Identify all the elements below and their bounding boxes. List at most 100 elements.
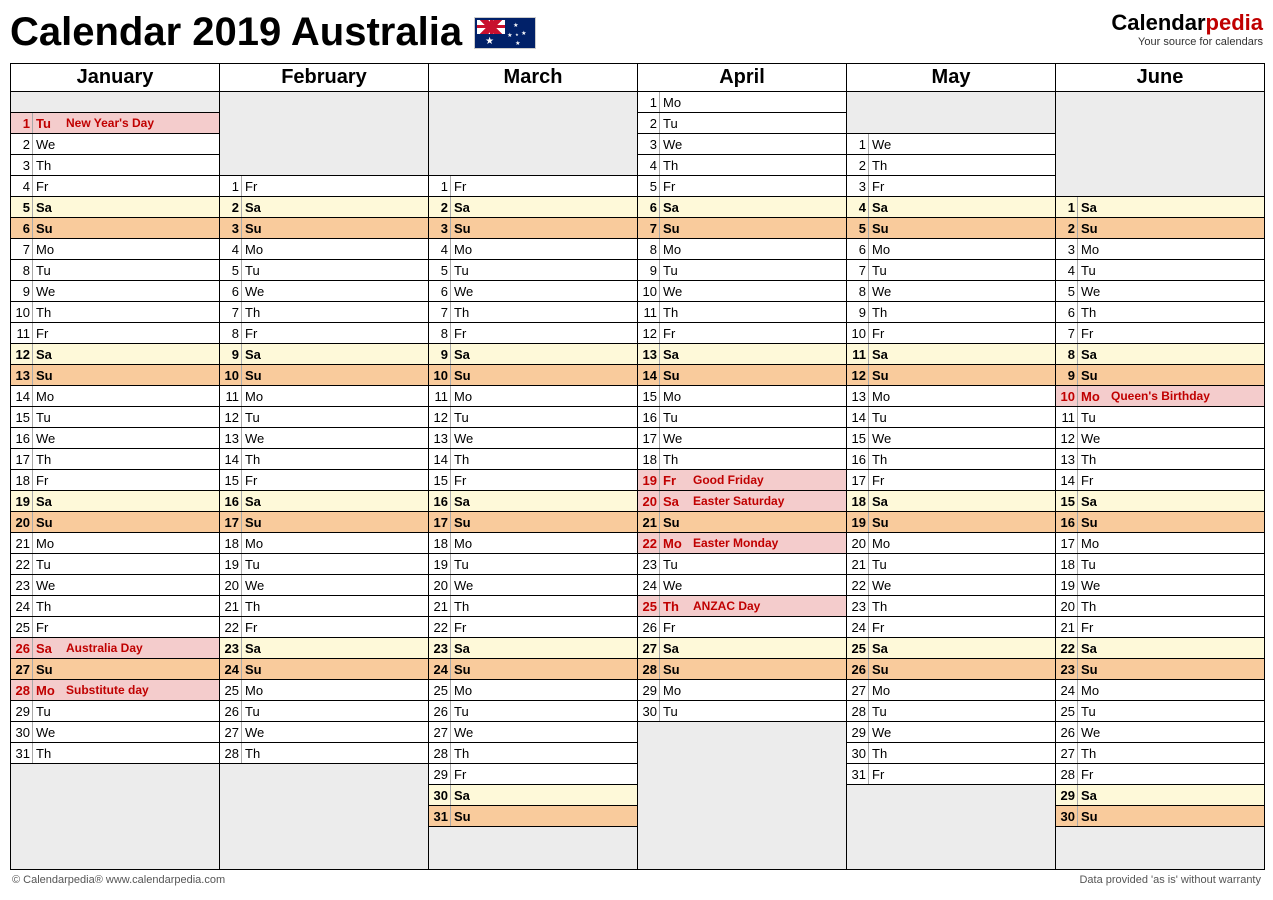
day-cell: 29Tu bbox=[11, 701, 219, 722]
day-cell: 27Th bbox=[1056, 743, 1264, 764]
day-cell bbox=[1056, 134, 1264, 155]
day-of-week: Sa bbox=[33, 494, 62, 509]
day-number: 23 bbox=[11, 575, 33, 595]
day-of-week: Sa bbox=[869, 347, 898, 362]
day-of-week: Mo bbox=[451, 683, 480, 698]
day-number: 9 bbox=[638, 260, 660, 280]
day-number: 20 bbox=[429, 575, 451, 595]
day-of-week: Th bbox=[33, 158, 62, 173]
day-of-week: Sa bbox=[242, 641, 271, 656]
day-cell: 12We bbox=[1056, 428, 1264, 449]
day-of-week: Su bbox=[33, 662, 62, 677]
day-cell: 7Fr bbox=[1056, 323, 1264, 344]
day-of-week: Su bbox=[869, 662, 898, 677]
day-of-week: Su bbox=[660, 368, 689, 383]
day-cell: 24Su bbox=[429, 659, 637, 680]
day-cell: 20Th bbox=[1056, 596, 1264, 617]
day-of-week: Th bbox=[242, 746, 271, 761]
day-cell: 7Su bbox=[638, 218, 846, 239]
day-number: 16 bbox=[638, 407, 660, 427]
day-of-week: Sa bbox=[1078, 494, 1107, 509]
day-of-week: Mo bbox=[33, 683, 62, 698]
day-cell: 10Fr bbox=[847, 323, 1055, 344]
month-header: February bbox=[220, 64, 429, 92]
day-number: 30 bbox=[1056, 806, 1078, 826]
day-cell: 24Su bbox=[220, 659, 428, 680]
day-of-week: Su bbox=[242, 662, 271, 677]
day-number: 13 bbox=[220, 428, 242, 448]
day-number: 10 bbox=[11, 302, 33, 322]
day-of-week: Tu bbox=[451, 410, 480, 425]
day-number: 18 bbox=[638, 449, 660, 469]
month-column: 1TuNew Year's Day2We3Th4Fr5Sa6Su7Mo8Tu9W… bbox=[11, 92, 220, 869]
day-of-week: Tu bbox=[33, 116, 62, 131]
day-number: 8 bbox=[11, 260, 33, 280]
day-cell: 29Mo bbox=[638, 680, 846, 701]
day-of-week: Su bbox=[33, 515, 62, 530]
day-cell: 9Sa bbox=[220, 344, 428, 365]
holiday-label: New Year's Day bbox=[62, 116, 154, 130]
day-cell: 1TuNew Year's Day bbox=[11, 113, 219, 134]
day-cell: 21Mo bbox=[11, 533, 219, 554]
day-number: 1 bbox=[220, 176, 242, 196]
day-of-week: Tu bbox=[242, 263, 271, 278]
day-of-week: Th bbox=[33, 452, 62, 467]
day-cell: 23Su bbox=[1056, 659, 1264, 680]
day-number: 24 bbox=[847, 617, 869, 637]
footer-disclaimer: Data provided 'as is' without warranty bbox=[1079, 874, 1261, 886]
day-number: 4 bbox=[11, 176, 33, 196]
day-number: 9 bbox=[429, 344, 451, 364]
month-header-row: JanuaryFebruaryMarchAprilMayJune bbox=[11, 64, 1264, 92]
day-number: 29 bbox=[11, 701, 33, 721]
day-of-week: We bbox=[869, 137, 898, 152]
day-cell: 18Tu bbox=[1056, 554, 1264, 575]
day-of-week: Sa bbox=[1078, 200, 1107, 215]
day-cell: 5Fr bbox=[638, 176, 846, 197]
day-cell: 30Tu bbox=[638, 701, 846, 722]
day-cell: 29Fr bbox=[429, 764, 637, 785]
day-cell: 28Tu bbox=[847, 701, 1055, 722]
day-cell: 18Fr bbox=[11, 470, 219, 491]
day-of-week: Sa bbox=[33, 347, 62, 362]
day-cell: 27We bbox=[220, 722, 428, 743]
day-cell: 14Mo bbox=[11, 386, 219, 407]
day-cell: 20We bbox=[220, 575, 428, 596]
day-of-week: Th bbox=[660, 452, 689, 467]
day-cell: 4Mo bbox=[220, 239, 428, 260]
day-cell bbox=[847, 92, 1055, 113]
day-of-week: Th bbox=[451, 746, 480, 761]
australia-flag-icon: ★ ★ ★ ★ ★ ★ bbox=[474, 17, 536, 49]
day-number: 15 bbox=[429, 470, 451, 490]
day-number: 21 bbox=[429, 596, 451, 616]
day-number: 30 bbox=[429, 785, 451, 805]
day-of-week: Mo bbox=[451, 242, 480, 257]
day-cell: 3Su bbox=[429, 218, 637, 239]
day-of-week: Mo bbox=[1078, 389, 1107, 404]
day-of-week: Su bbox=[869, 221, 898, 236]
day-cell: 7Th bbox=[429, 302, 637, 323]
day-cell: 12Fr bbox=[638, 323, 846, 344]
day-of-week: Th bbox=[451, 305, 480, 320]
day-of-week: Fr bbox=[869, 473, 898, 488]
day-of-week: Su bbox=[660, 662, 689, 677]
day-cell: 28Fr bbox=[1056, 764, 1264, 785]
day-cell: 16Sa bbox=[429, 491, 637, 512]
day-of-week: We bbox=[451, 284, 480, 299]
day-cell bbox=[1056, 827, 1264, 848]
day-number: 17 bbox=[429, 512, 451, 532]
day-number: 30 bbox=[638, 701, 660, 721]
day-cell: 1Sa bbox=[1056, 197, 1264, 218]
day-number: 27 bbox=[220, 722, 242, 742]
day-of-week: Fr bbox=[660, 179, 689, 194]
day-number: 26 bbox=[1056, 722, 1078, 742]
day-cell: 21Th bbox=[220, 596, 428, 617]
day-number: 12 bbox=[1056, 428, 1078, 448]
day-number: 19 bbox=[11, 491, 33, 511]
day-cell bbox=[1056, 92, 1264, 113]
day-number: 5 bbox=[220, 260, 242, 280]
day-of-week: Th bbox=[869, 746, 898, 761]
day-cell: 6We bbox=[220, 281, 428, 302]
day-number: 25 bbox=[220, 680, 242, 700]
day-number: 17 bbox=[220, 512, 242, 532]
day-cell: 13We bbox=[429, 428, 637, 449]
